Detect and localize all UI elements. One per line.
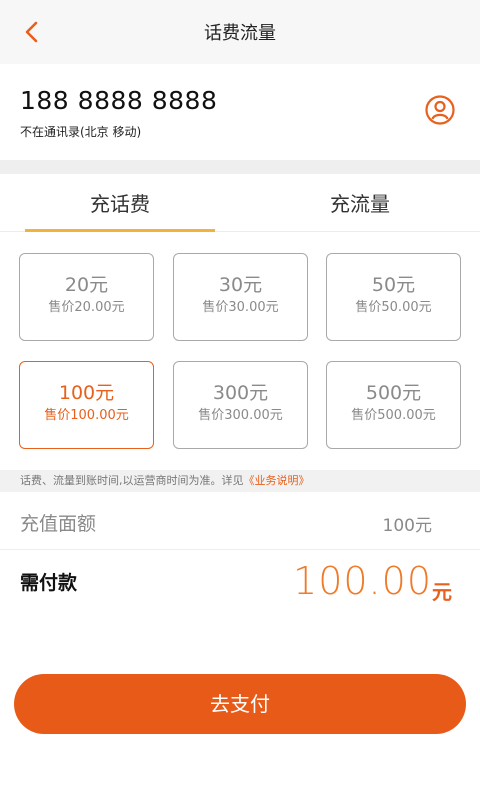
amount-price: 售价500.00元 (351, 408, 436, 423)
amount-value: 30元 (218, 274, 263, 296)
notice-text: 话费、流量到账时间,以运营商时间为准。详见 (20, 474, 244, 487)
active-tab-indicator (25, 229, 215, 232)
tab-phone-credit[interactable]: 充话费 (25, 188, 215, 217)
section-divider (0, 160, 480, 174)
face-value-row: 充值面额 100元 (0, 492, 480, 550)
page-title: 话费流量 (204, 23, 276, 44)
pay-button[interactable]: 去支付 (14, 674, 466, 734)
amount-option-300[interactable]: 300元 售价300.00元 (173, 361, 308, 449)
amount-price: 售价300.00元 (198, 408, 283, 423)
amount-price: 售价100.00元 (44, 408, 129, 423)
amount-price: 售价30.00元 (202, 300, 279, 315)
amount-option-500[interactable]: 500元 售价500.00元 (326, 361, 461, 449)
amount-option-50[interactable]: 50元 售价50.00元 (326, 253, 461, 341)
service-terms-link[interactable]: 《业务说明》 (244, 474, 310, 487)
phone-carrier-info: 不在通讯录(北京 移动) (20, 125, 142, 139)
payment-unit: 元 (432, 580, 452, 604)
amount-value: 300元 (212, 382, 269, 404)
amount-price: 售价50.00元 (355, 300, 432, 315)
top-bar: 话费流量 (0, 0, 480, 64)
amount-price: 售价20.00元 (48, 300, 125, 315)
phone-section: 188 8888 8888 不在通讯录(北京 移动) (0, 64, 480, 160)
amount-option-100[interactable]: 100元 售价100.00元 (19, 361, 154, 449)
recharge-page: 话费流量 188 8888 8888 不在通讯录(北京 移动) 充话费 充流量 … (0, 0, 480, 800)
amount-value: 500元 (365, 382, 422, 404)
amount-option-30[interactable]: 30元 售价30.00元 (173, 253, 308, 341)
payment-row: 需付款 100.00 元 (0, 551, 480, 611)
payment-amount: 100.00 (293, 559, 432, 603)
phone-number[interactable]: 188 8888 8888 (20, 86, 217, 115)
payment-label: 需付款 (20, 572, 78, 594)
amount-value: 100元 (58, 382, 115, 404)
amount-value: 20元 (64, 274, 109, 296)
tab-data-traffic[interactable]: 充流量 (265, 188, 455, 217)
notice-bar: 话费、流量到账时间,以运营商时间为准。详见《业务说明》 (0, 470, 480, 492)
person-circle-icon[interactable] (424, 94, 456, 126)
amount-value: 50元 (371, 274, 416, 296)
amount-option-20[interactable]: 20元 售价20.00元 (19, 253, 154, 341)
face-value-label: 充值面额 (20, 513, 97, 535)
face-value: 100元 (382, 516, 432, 536)
tab-bar: 充话费 充流量 (0, 174, 480, 232)
